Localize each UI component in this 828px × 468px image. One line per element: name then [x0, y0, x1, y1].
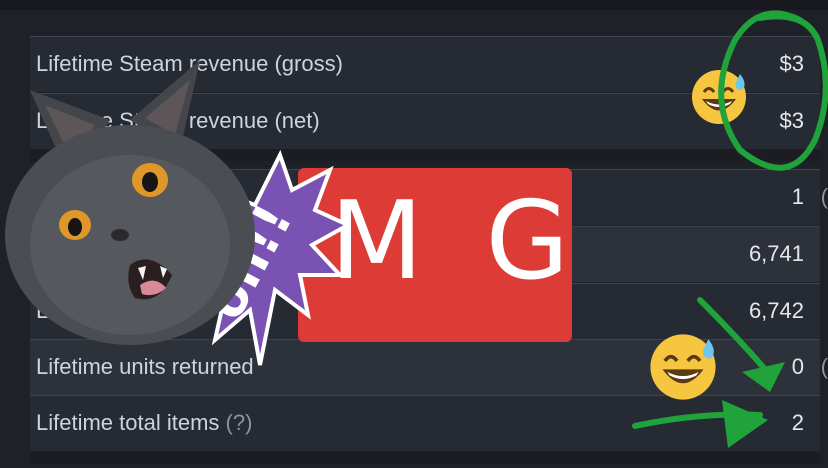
row-value: 2 [791, 410, 804, 435]
help-link[interactable]: (?) [226, 410, 253, 435]
row-value: 1 [791, 184, 804, 209]
table-row: Lifetime total items (?) 2 [30, 395, 820, 451]
row-value: $3 [779, 51, 804, 76]
row-value: 6,742 [748, 298, 804, 323]
cat-sticker [5, 60, 255, 345]
row-value: 6,741 [748, 241, 804, 266]
sweat-smile-emoji [650, 334, 716, 400]
row-label-text: Lifetime total items [36, 410, 220, 435]
omg-banner-text: M G [330, 179, 584, 304]
help-icon[interactable]: ( [821, 354, 828, 380]
help-icon[interactable]: ( [821, 184, 828, 210]
row-value: $3 [779, 108, 804, 133]
top-bar [0, 0, 828, 10]
sweat-smile-emoji [692, 70, 746, 124]
section-separator [30, 452, 820, 464]
row-value: 0 [791, 354, 804, 379]
row-label: Lifetime total items (?) [36, 410, 252, 436]
